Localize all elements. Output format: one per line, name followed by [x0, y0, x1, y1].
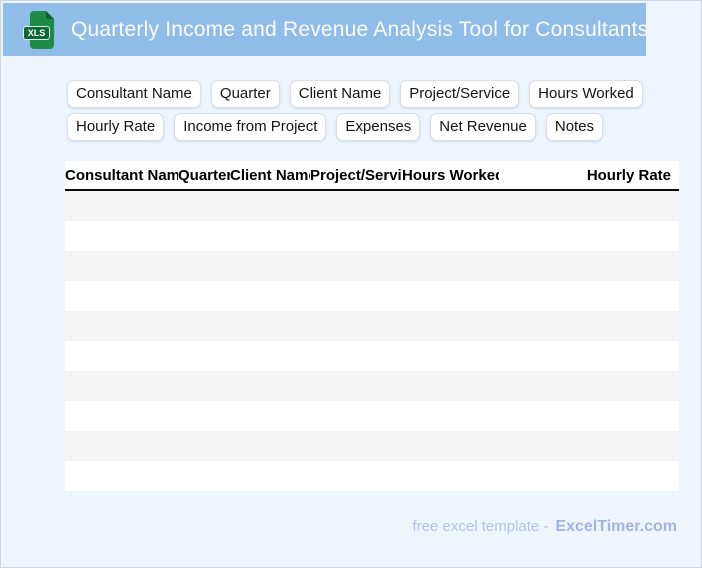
table-row — [65, 371, 679, 401]
app-header: XLS Quarterly Income and Revenue Analysi… — [3, 3, 649, 56]
footer: free excel template - ExcelTimer.com — [413, 518, 677, 536]
table-row — [65, 221, 679, 251]
table-row — [65, 251, 679, 281]
xls-file-icon: XLS — [23, 10, 54, 49]
column-header-consultant-name: Consultant Name — [65, 166, 178, 184]
column-header-quarter: Quarter — [178, 166, 230, 184]
field-chip-notes[interactable]: Notes — [545, 113, 604, 141]
table-row — [65, 341, 679, 371]
data-table: Consultant Name Quarter Client Name Proj… — [65, 161, 679, 491]
field-chip-list: Consultant Name Quarter Client Name Proj… — [67, 80, 643, 141]
column-header-hourly-rate: Hourly Rate — [586, 166, 671, 184]
column-header-hours-worked: Hours Worked — [402, 166, 499, 184]
field-chip-expenses[interactable]: Expenses — [336, 113, 421, 141]
field-chip-hours-worked[interactable]: Hours Worked — [529, 80, 643, 108]
footer-tagline: free excel template - — [412, 518, 549, 535]
table-row — [65, 461, 679, 491]
table-row — [65, 401, 679, 431]
field-chip-hourly-rate[interactable]: Hourly Rate — [67, 113, 165, 141]
field-chip-consultant-name[interactable]: Consultant Name — [67, 80, 201, 108]
column-header-project-service: Project/Service — [310, 166, 402, 184]
field-chip-project-service[interactable]: Project/Service — [400, 80, 520, 108]
table-row — [65, 311, 679, 341]
page-title: Quarterly Income and Revenue Analysis To… — [71, 17, 649, 41]
template-preview-page: XLS Quarterly Income and Revenue Analysi… — [0, 0, 702, 568]
table-row — [65, 431, 679, 461]
xls-icon-label: XLS — [28, 28, 46, 38]
table-row — [65, 281, 679, 311]
field-chip-quarter[interactable]: Quarter — [210, 80, 280, 108]
table-header-row: Consultant Name Quarter Client Name Proj… — [65, 161, 679, 191]
footer-brand-link[interactable]: ExcelTimer.com — [555, 518, 677, 536]
column-header-client-name: Client Name — [230, 166, 310, 184]
table-body — [65, 191, 679, 491]
field-chip-net-revenue[interactable]: Net Revenue — [430, 113, 536, 141]
table-row — [65, 191, 679, 221]
field-chip-client-name[interactable]: Client Name — [289, 80, 391, 108]
field-chip-income-from-project[interactable]: Income from Project — [174, 113, 327, 141]
